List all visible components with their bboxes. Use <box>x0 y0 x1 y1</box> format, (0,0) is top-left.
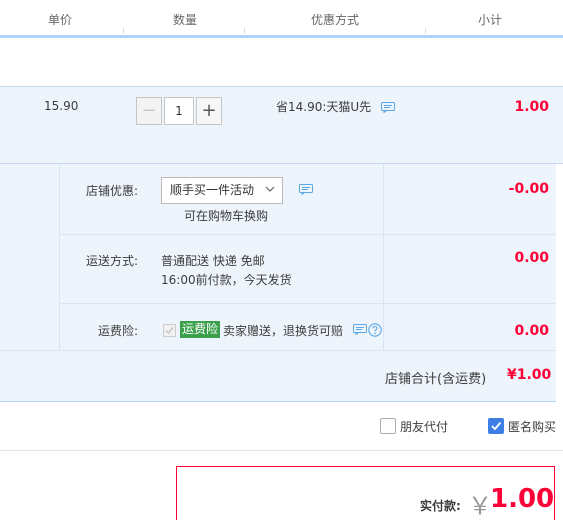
shop-total-label: 店铺合计(含运费) <box>385 372 487 387</box>
header-separator <box>244 28 245 34</box>
freight-insurance-amount: 0.00 <box>514 323 549 339</box>
anonymous-purchase-option[interactable]: 匿名购买 <box>488 417 556 435</box>
swap-in-cart-note: 可在购物车换购 <box>184 209 269 223</box>
quantity-input[interactable]: 1 <box>164 97 194 125</box>
comment-icon[interactable] <box>353 324 367 335</box>
shop-total-value: ¥1.00 <box>507 367 552 383</box>
shop-discount-amount: -0.00 <box>508 181 549 197</box>
actual-payment-amount: 1.00 <box>490 484 555 514</box>
help-icon[interactable] <box>368 323 382 337</box>
decrease-quantity-button[interactable]: − <box>136 97 162 125</box>
comment-icon[interactable] <box>299 184 313 195</box>
header-discount-method: 优惠方式 <box>310 13 359 27</box>
shop-discount-select[interactable]: 顺手买一件活动 <box>161 177 283 204</box>
header-separator <box>425 28 426 34</box>
item-subtotal: 1.00 <box>514 99 549 115</box>
divider <box>59 303 556 304</box>
item-price: 15.90 <box>44 99 79 113</box>
freight-insurance-text: 卖家赠送，退换货可赔 <box>223 324 344 338</box>
check-icon <box>165 327 174 335</box>
shipping-amount: 0.00 <box>514 250 549 266</box>
friend-pay-label: 朋友代付 <box>400 419 449 434</box>
anonymous-purchase-label: 匿名购买 <box>508 419 557 434</box>
quantity-stepper: − 1 + <box>136 97 222 125</box>
shipping-method-label: 运送方式: <box>86 254 139 268</box>
friend-pay-option[interactable]: 朋友代付 <box>380 417 448 435</box>
anonymous-purchase-checkbox[interactable] <box>488 418 504 434</box>
divider <box>0 450 563 451</box>
promo-info: 省14.90:天猫U先 <box>276 98 396 115</box>
promo-text: 省14.90:天猫U先 <box>276 100 372 114</box>
friend-pay-checkbox[interactable] <box>380 418 396 434</box>
header-separator <box>123 28 124 34</box>
header-quantity: 数量 <box>172 13 197 27</box>
actual-payment-label: 实付款: <box>420 499 461 513</box>
currency-symbol: ￥ <box>468 492 492 520</box>
header-unit-price: 单价 <box>47 13 72 27</box>
shop-discount-label: 店铺优惠: <box>86 184 139 198</box>
divider <box>383 164 384 350</box>
table-header: 单价 数量 优惠方式 小计 <box>0 0 563 38</box>
comment-icon[interactable] <box>381 102 396 113</box>
increase-quantity-button[interactable]: + <box>196 97 222 125</box>
shipping-method-value: 普通配送 快递 免邮 <box>161 254 265 268</box>
header-subtotal: 小计 <box>477 13 502 27</box>
divider <box>59 164 60 350</box>
freight-insurance-tag: 运费险 <box>180 321 221 338</box>
chevron-down-icon <box>265 186 275 192</box>
divider <box>59 234 556 235</box>
shop-discount-selected: 顺手买一件活动 <box>170 183 255 197</box>
check-icon <box>491 421 502 431</box>
shipping-time-note: 16:00前付款，今天发货 <box>161 273 292 287</box>
freight-insurance-checkbox <box>163 324 176 337</box>
freight-insurance-label: 运费险: <box>98 324 139 338</box>
